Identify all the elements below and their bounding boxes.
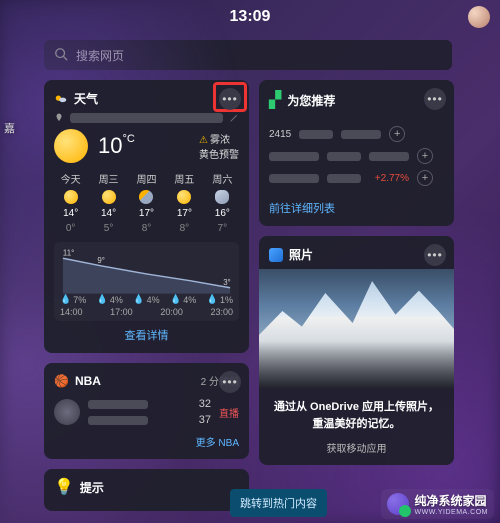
pencil-icon <box>229 113 239 123</box>
svg-text:9°: 9° <box>97 256 105 265</box>
hint-title: 提示 <box>80 479 104 496</box>
hint-card: 💡 提示 <box>44 469 249 511</box>
hour-label: 23:00 <box>210 307 233 317</box>
temp-line-chart: 11° 9° 3° <box>58 248 235 294</box>
precip-val: 💧4% <box>170 294 196 305</box>
photos-title: 照片 <box>289 246 313 263</box>
precip-val: 💧4% <box>97 294 123 305</box>
weather-card: ••• 天气 10°C ⚠雾浓 黄色预警 今天1 <box>44 80 249 353</box>
photo-icon <box>269 248 283 262</box>
add-stock-button[interactable]: + <box>389 126 405 142</box>
sun-icon <box>54 129 88 163</box>
photo-preview <box>259 269 454 389</box>
nba-more-button[interactable]: ••• <box>219 371 241 393</box>
svg-text:3°: 3° <box>223 278 231 287</box>
stock-code-redacted <box>269 152 319 161</box>
weather-warning[interactable]: ⚠雾浓 黄色预警 <box>199 131 239 161</box>
ellipsis-icon: ••• <box>427 93 443 105</box>
watermark-sub: WWW.YIDEMA.COM <box>415 509 489 516</box>
precip-val: 💧7% <box>60 294 86 305</box>
team-name-redacted <box>88 400 148 409</box>
watermark-text: 纯净系统家园 <box>415 492 489 509</box>
score: 32 <box>199 398 211 410</box>
rec-details-link[interactable]: 前往详细列表 <box>269 200 444 216</box>
more-nba-link[interactable]: 更多 NBA <box>54 434 239 449</box>
stock-code-redacted <box>269 174 319 183</box>
precip-val: 💧1% <box>207 294 233 305</box>
forecast-day[interactable]: 周三14°5° <box>92 171 125 234</box>
sun-icon <box>102 190 116 204</box>
sun-icon <box>64 190 78 204</box>
ellipsis-icon: ••• <box>222 376 238 388</box>
weather-title: 天气 <box>74 90 98 107</box>
rec-title: 为您推荐 <box>287 92 335 109</box>
stock-change-redacted <box>341 130 381 139</box>
hourly-chart: 11° 9° 3° 💧7% 💧4% 💧4% 💧4% 💧1% 14:00 17:0… <box>54 242 239 321</box>
stock-price-redacted <box>299 130 333 139</box>
weather-icon <box>54 92 68 106</box>
nba-match[interactable]: 32 37 直播 <box>54 396 239 428</box>
stock-change: +2.77% <box>369 173 409 184</box>
pin-icon <box>54 113 64 123</box>
hour-label: 17:00 <box>110 307 133 317</box>
team-logo <box>54 399 80 425</box>
partly-cloudy-icon <box>139 190 153 204</box>
sun-icon <box>177 190 191 204</box>
current-temp: 10°C <box>98 133 135 159</box>
photos-card: ••• 照片 通过从 OneDrive 应用上传照片，重温美好的记忆。 获取移动… <box>259 236 454 465</box>
nba-card: ••• 🏀 NBA 2 分钟前 32 37 直播 更多 NBA <box>44 363 249 459</box>
forecast-row: 今天14°0° 周三14°5° 周四17°8° 周五17°8° 周六16°7° <box>54 171 239 234</box>
stock-change-redacted <box>369 152 409 161</box>
forecast-day[interactable]: 周四17°8° <box>130 171 163 234</box>
top-bar: 13:09 <box>0 0 500 34</box>
chart-icon: ▞ <box>269 90 281 110</box>
lightbulb-icon: 💡 <box>54 477 74 497</box>
hour-label: 20:00 <box>160 307 183 317</box>
avatar[interactable] <box>468 6 490 28</box>
team-name-redacted <box>88 416 148 425</box>
jump-to-trending-button[interactable]: 跳转到热门内容 <box>230 489 327 517</box>
stock-code: 2415 <box>269 129 291 140</box>
add-stock-button[interactable]: + <box>417 148 433 164</box>
forecast-day[interactable]: 今天14°0° <box>54 171 87 234</box>
stock-price-redacted <box>327 152 361 161</box>
photos-more-button[interactable]: ••• <box>424 244 446 266</box>
precip-val: 💧4% <box>133 294 159 305</box>
watermark-logo-icon <box>387 493 409 515</box>
clock: 13:09 <box>230 8 271 26</box>
add-stock-button[interactable]: + <box>417 170 433 186</box>
stock-row[interactable]: + <box>269 148 444 164</box>
watermark: 纯净系统家园 WWW.YIDEMA.COM <box>381 489 495 519</box>
weather-details-link[interactable]: 查看详情 <box>54 327 239 343</box>
live-badge: 直播 <box>219 405 239 420</box>
weather-more-button[interactable]: ••• <box>219 88 241 110</box>
nba-icon: 🏀 <box>54 374 69 388</box>
warning-icon: ⚠ <box>199 135 208 146</box>
stock-row[interactable]: +2.77% + <box>269 170 444 186</box>
nba-title: NBA <box>75 374 101 388</box>
forecast-day[interactable]: 周六16°7° <box>206 171 239 234</box>
svg-text:11°: 11° <box>63 248 74 257</box>
hour-label: 14:00 <box>60 307 83 317</box>
ellipsis-icon: ••• <box>222 93 238 105</box>
photos-desc: 通过从 OneDrive 应用上传照片，重温美好的记忆。 <box>271 399 442 432</box>
ellipsis-icon: ••• <box>427 249 443 261</box>
stock-row[interactable]: 2415 + <box>269 126 444 142</box>
stock-price-redacted <box>327 174 361 183</box>
location-redacted <box>70 113 223 123</box>
recommended-card: ••• ▞ 为您推荐 2415 + + <box>259 80 454 226</box>
forecast-day[interactable]: 周五17°8° <box>168 171 201 234</box>
photos-cta-link[interactable]: 获取移动应用 <box>271 440 442 455</box>
rec-more-button[interactable]: ••• <box>424 88 446 110</box>
score: 37 <box>199 414 211 426</box>
cloud-icon <box>215 190 229 204</box>
weather-location-row[interactable] <box>54 113 239 123</box>
